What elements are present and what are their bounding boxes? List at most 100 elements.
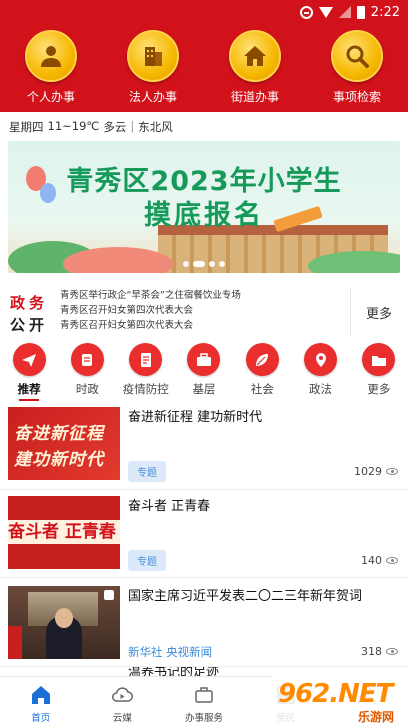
speaker-face — [55, 608, 73, 628]
tab-label: 基层 — [192, 382, 216, 396]
tab-label: 推荐 — [17, 382, 41, 396]
weather-temp: 11~19℃ — [47, 119, 100, 133]
news-item[interactable]: 国家主席习近平发表二〇二三年新年贺词 新华社 央视新闻 318 — [0, 584, 408, 664]
nav-label: 办事服务 — [184, 713, 223, 724]
watermark-logo-text: 962.NET — [278, 679, 393, 709]
person-icon — [25, 30, 77, 82]
news-thumbnail — [8, 586, 120, 659]
folder-icon — [362, 343, 396, 376]
quick-actions: 个人办事 法人办事 街道办事 事项检索 — [0, 30, 408, 105]
view-count: 1029 — [354, 465, 398, 478]
cloud-play-icon — [112, 687, 134, 702]
bush-decoration — [63, 247, 173, 273]
view-count-value: 318 — [361, 645, 382, 658]
tab-label: 疫情防控 — [122, 382, 169, 396]
tab-label: 时政 — [75, 382, 99, 396]
tab-label: 政法 — [309, 382, 333, 396]
tab-law[interactable]: 政法 — [291, 343, 349, 401]
location-pin-icon — [304, 343, 338, 376]
news-thumbnail: 奋斗者 正青春 — [8, 496, 120, 569]
news-tag[interactable]: 专题 — [128, 550, 166, 571]
nav-cloud-media[interactable]: 云媒 — [82, 677, 164, 727]
news-item[interactable]: 奋斗者 正青春 奋斗者 正青春 专题 140 — [0, 494, 408, 576]
view-count-value: 1029 — [354, 465, 382, 478]
quick-action-label: 法人办事 — [128, 90, 177, 104]
weather-day: 星期四 — [9, 120, 44, 134]
tab-politics[interactable]: 时政 — [58, 343, 116, 401]
scroll-icon — [70, 343, 104, 376]
eye-icon — [386, 468, 398, 475]
news-tag[interactable]: 专题 — [128, 461, 166, 482]
eye-icon — [386, 648, 398, 655]
tab-more[interactable]: 更多 — [350, 343, 408, 401]
gov-affairs-item[interactable]: 青秀区召开妇女第四次代表大会 — [60, 318, 350, 333]
active-tab-underline — [19, 399, 40, 401]
tab-label: 更多 — [367, 382, 391, 396]
quick-action-search[interactable]: 事项检索 — [306, 30, 408, 105]
tab-epidemic[interactable]: 疫情防控 — [117, 343, 175, 401]
battery-icon — [356, 5, 365, 19]
view-count: 318 — [361, 645, 398, 658]
gov-affairs-list: 青秀区举行政企“早茶会”之住宿餐饮业专场 青秀区召开妇女第四次代表大会 青秀区召… — [60, 288, 350, 333]
news-title: 国家主席习近平发表二〇二三年新年贺词 — [128, 589, 363, 604]
magnifier-icon — [331, 30, 383, 82]
briefcase-icon — [187, 343, 221, 376]
broadcaster-logo — [104, 590, 114, 600]
news-title: 奋斗者 正青春 — [128, 499, 211, 514]
news-title: 奋进新征程 建功新时代 — [128, 410, 263, 425]
status-bar: 2:22 — [299, 3, 400, 21]
news-source: 新华社 央视新闻 — [128, 645, 213, 659]
home-icon — [31, 686, 50, 704]
weather-separator: | — [130, 119, 135, 133]
eye-icon — [386, 557, 398, 564]
gov-affairs-item[interactable]: 青秀区举行政企“早茶会”之住宿餐饮业专场 — [60, 288, 350, 303]
status-time: 2:22 — [370, 4, 400, 20]
view-count: 140 — [361, 554, 398, 567]
do-not-disturb-icon — [299, 5, 313, 19]
carousel-dot[interactable] — [209, 261, 215, 267]
watermark-subtext: 乐游网 — [357, 710, 394, 724]
quick-action-legal[interactable]: 法人办事 — [102, 30, 204, 105]
app-header: 2:22 个人办事 法人办事 街道办事 事项检索 — [0, 0, 408, 112]
tab-label: 社会 — [250, 382, 274, 396]
quick-action-label: 个人办事 — [26, 90, 75, 104]
nav-home[interactable]: 首页 — [0, 677, 82, 727]
tab-recommended[interactable]: 推荐 — [0, 343, 58, 401]
weather-wind: 东北风 — [138, 120, 173, 134]
flag-decoration — [8, 626, 22, 659]
news-item[interactable]: 奋进新征程 建功新时代 奋进新征程 建功新时代 专题 1029 — [0, 405, 408, 489]
promo-banner[interactable]: 青秀区2023年小学生 摸底报名 — [8, 141, 400, 273]
divider — [0, 489, 408, 490]
carousel-dot[interactable] — [183, 261, 189, 267]
carousel-dot-active[interactable] — [193, 261, 205, 267]
quick-action-label: 街道办事 — [230, 90, 279, 104]
carousel-indicator — [8, 261, 400, 267]
thumbnail-text: 建功新时代 — [14, 450, 104, 470]
gov-affairs-section: 政务 公开 青秀区举行政企“早茶会”之住宿餐饮业专场 青秀区召开妇女第四次代表大… — [8, 288, 400, 340]
site-watermark: 962.NET 乐游网 — [272, 676, 408, 727]
gov-affairs-label-bottom: 公开 — [10, 316, 49, 334]
nav-services[interactable]: 办事服务 — [163, 677, 245, 727]
tab-society[interactable]: 社会 — [233, 343, 291, 401]
gov-affairs-more-button[interactable]: 更多 — [350, 288, 392, 336]
category-tabs: 推荐 时政 疫情防控 基层 社会 政法 更多 — [0, 343, 408, 401]
leaf-icon — [245, 343, 279, 376]
house-icon — [229, 30, 281, 82]
tab-grassroots[interactable]: 基层 — [175, 343, 233, 401]
nav-label: 首页 — [31, 713, 51, 724]
nav-label: 云媒 — [112, 713, 132, 724]
wifi-icon — [318, 6, 333, 18]
thumbnail-text: 奋进新征程 — [14, 424, 104, 444]
quick-action-personal[interactable]: 个人办事 — [0, 30, 102, 105]
signal-icon — [338, 6, 351, 18]
news-thumbnail: 奋进新征程 建功新时代 — [8, 407, 120, 480]
building-icon — [127, 30, 179, 82]
carousel-dot[interactable] — [219, 261, 225, 267]
quick-action-street[interactable]: 街道办事 — [204, 30, 306, 105]
gov-affairs-label-top: 政务 — [10, 294, 49, 312]
briefcase-icon — [195, 687, 213, 703]
divider — [0, 577, 408, 578]
document-icon — [129, 343, 163, 376]
banner-subtitle: 摸底报名 — [144, 200, 264, 231]
gov-affairs-item[interactable]: 青秀区召开妇女第四次代表大会 — [60, 303, 350, 318]
